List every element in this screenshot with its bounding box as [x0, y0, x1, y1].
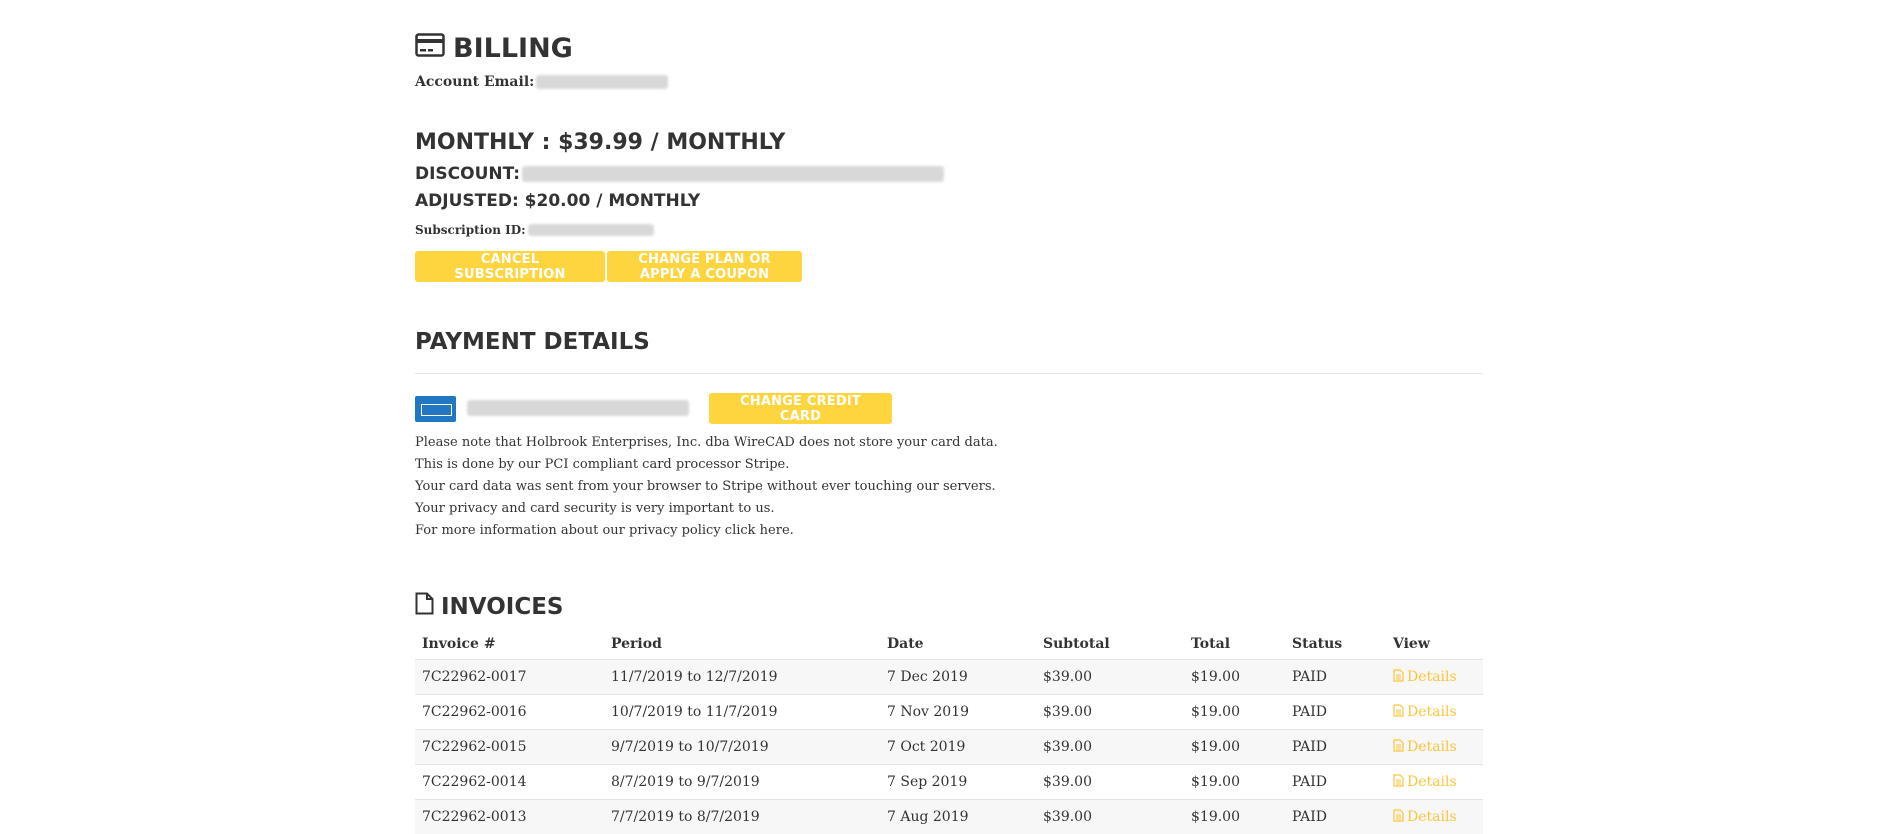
col-period: Period [604, 628, 880, 660]
amex-card-icon [415, 396, 456, 422]
invoice-subtotal: $39.00 [1036, 695, 1184, 730]
payment-details-title: PAYMENT DETAILS [415, 329, 650, 355]
table-row: 7C22962-0015 9/7/2019 to 10/7/2019 7 Oct… [415, 730, 1483, 765]
payment-notice: Please note that Holbrook Enterprises, I… [415, 432, 998, 542]
invoice-date: 7 Dec 2019 [880, 660, 1036, 695]
billing-title: BILLING [453, 33, 573, 64]
details-link[interactable]: Details [1393, 774, 1457, 791]
col-view: View [1386, 628, 1483, 660]
invoice-period: 10/7/2019 to 11/7/2019 [604, 695, 880, 730]
subscription-id-label: Subscription ID: [415, 223, 526, 237]
invoice-date: 7 Aug 2019 [880, 800, 1036, 834]
file-icon [415, 592, 434, 621]
details-label: Details [1407, 774, 1457, 790]
col-total: Total [1184, 628, 1285, 660]
billing-heading: BILLING [415, 33, 573, 64]
privacy-policy-link[interactable]: For more information about our privacy p… [415, 520, 998, 542]
col-invoice: Invoice # [415, 628, 604, 660]
details-link[interactable]: Details [1393, 739, 1457, 756]
table-header-row: Invoice # Period Date Subtotal Total Sta… [415, 628, 1483, 660]
invoice-subtotal: $39.00 [1036, 800, 1184, 834]
invoice-date: 7 Sep 2019 [880, 765, 1036, 800]
cancel-subscription-button[interactable]: CANCEL SUBSCRIPTION [415, 251, 605, 282]
invoice-status: PAID [1285, 695, 1386, 730]
invoice-number: 7C22962-0016 [415, 695, 604, 730]
invoice-status: PAID [1285, 800, 1386, 834]
invoice-number: 7C22962-0013 [415, 800, 604, 834]
divider [415, 373, 1483, 374]
change-credit-card-button[interactable]: CHANGE CREDIT CARD [709, 393, 892, 424]
details-label: Details [1407, 704, 1457, 720]
account-email: Account Email: [415, 74, 668, 90]
table-row: 7C22962-0016 10/7/2019 to 11/7/2019 7 No… [415, 695, 1483, 730]
invoice-status: PAID [1285, 660, 1386, 695]
invoice-total: $19.00 [1184, 730, 1285, 765]
invoice-number: 7C22962-0014 [415, 765, 604, 800]
card-number-redacted [467, 400, 689, 416]
table-row: 7C22962-0014 8/7/2019 to 9/7/2019 7 Sep … [415, 765, 1483, 800]
details-label: Details [1407, 739, 1457, 755]
details-label: Details [1407, 669, 1457, 685]
details-link[interactable]: Details [1393, 809, 1457, 826]
invoice-period: 9/7/2019 to 10/7/2019 [604, 730, 880, 765]
invoice-status: PAID [1285, 730, 1386, 765]
invoice-total: $19.00 [1184, 695, 1285, 730]
notice-line: This is done by our PCI compliant card p… [415, 454, 998, 476]
invoice-subtotal: $39.00 [1036, 765, 1184, 800]
col-status: Status [1285, 628, 1386, 660]
col-date: Date [880, 628, 1036, 660]
plan-adjusted: ADJUSTED: $20.00 / MONTHLY [415, 191, 700, 211]
account-email-label: Account Email: [415, 74, 534, 90]
subscription-id-redacted [528, 224, 654, 236]
invoice-period: 11/7/2019 to 12/7/2019 [604, 660, 880, 695]
invoice-number: 7C22962-0017 [415, 660, 604, 695]
details-label: Details [1407, 809, 1457, 825]
col-subtotal: Subtotal [1036, 628, 1184, 660]
table-row: 7C22962-0013 7/7/2019 to 8/7/2019 7 Aug … [415, 800, 1483, 834]
details-link[interactable]: Details [1393, 704, 1457, 721]
invoice-total: $19.00 [1184, 660, 1285, 695]
file-text-icon [1393, 669, 1404, 686]
invoice-period: 8/7/2019 to 9/7/2019 [604, 765, 880, 800]
notice-line: Your card data was sent from your browse… [415, 476, 998, 498]
invoices-table: Invoice # Period Date Subtotal Total Sta… [415, 628, 1483, 834]
invoice-subtotal: $39.00 [1036, 730, 1184, 765]
invoices-title: INVOICES [441, 594, 563, 620]
discount-redacted [522, 166, 944, 182]
notice-line: Please note that Holbrook Enterprises, I… [415, 432, 998, 454]
table-row: 7C22962-0017 11/7/2019 to 12/7/2019 7 De… [415, 660, 1483, 695]
account-email-redacted [536, 75, 668, 89]
change-plan-button[interactable]: CHANGE PLAN OR APPLY A COUPON [607, 251, 802, 282]
file-text-icon [1393, 704, 1404, 721]
subscription-id: Subscription ID: [415, 223, 654, 237]
invoice-date: 7 Oct 2019 [880, 730, 1036, 765]
invoice-number: 7C22962-0015 [415, 730, 604, 765]
invoice-total: $19.00 [1184, 765, 1285, 800]
invoices-heading: INVOICES [415, 592, 563, 621]
file-text-icon [1393, 809, 1404, 826]
invoice-subtotal: $39.00 [1036, 660, 1184, 695]
discount-label: DISCOUNT: [415, 164, 520, 184]
notice-line: Your privacy and card security is very i… [415, 498, 998, 520]
invoice-date: 7 Nov 2019 [880, 695, 1036, 730]
file-text-icon [1393, 739, 1404, 756]
plan-monthly: MONTHLY : $39.99 / MONTHLY [415, 130, 785, 155]
file-text-icon [1393, 774, 1404, 791]
invoice-total: $19.00 [1184, 800, 1285, 834]
credit-card-icon [415, 33, 445, 64]
invoice-period: 7/7/2019 to 8/7/2019 [604, 800, 880, 834]
details-link[interactable]: Details [1393, 669, 1457, 686]
plan-discount: DISCOUNT: [415, 164, 944, 184]
invoice-status: PAID [1285, 765, 1386, 800]
